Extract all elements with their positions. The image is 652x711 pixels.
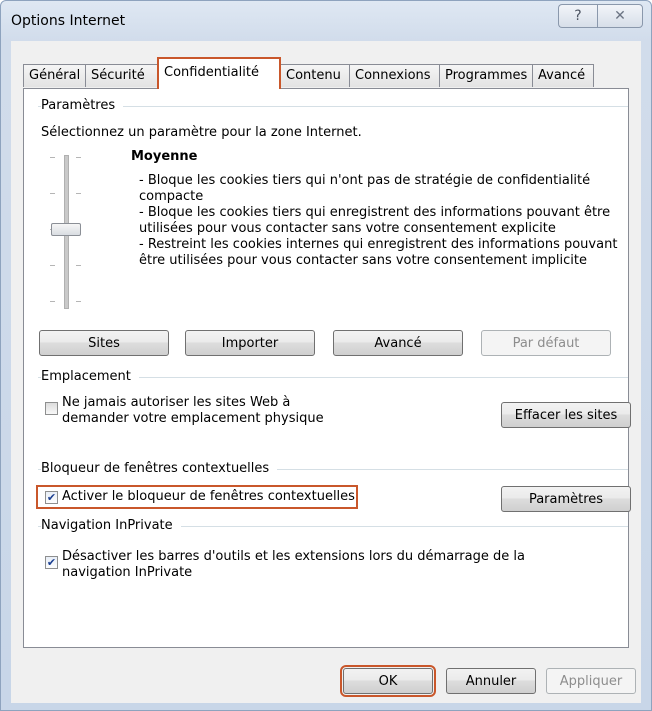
privacy-level-description: - Bloque les cookies tiers qui n'ont pas… — [139, 173, 629, 269]
location-group-label: Emplacement — [41, 369, 139, 384]
tab-advanced[interactable]: Avancé — [532, 64, 594, 87]
tab-connections[interactable]: Connexions — [349, 64, 440, 87]
privacy-level-slider[interactable] — [46, 151, 96, 311]
dialog-client-area: Général Sécurité Confidentialité Contenu… — [11, 41, 641, 703]
advanced-button[interactable]: Avancé — [333, 330, 463, 356]
internet-options-window: Options Internet ? ✕ Général Sécurité Co… — [0, 0, 652, 711]
tab-privacy[interactable]: Confidentialité — [157, 57, 281, 89]
apply-button[interactable]: Appliquer — [546, 668, 636, 694]
slider-tick — [50, 301, 55, 302]
popup-group-label: Bloqueur de fenêtres contextuelles — [41, 461, 278, 476]
slider-thumb[interactable] — [51, 223, 81, 236]
sites-button[interactable]: Sites — [39, 330, 169, 356]
title-bar-buttons: ? ✕ — [558, 4, 643, 28]
settings-group-line — [38, 106, 628, 107]
title-bar[interactable]: Options Internet ? ✕ — [1, 1, 651, 41]
clear-sites-button[interactable]: Effacer les sites — [501, 402, 631, 428]
tab-security[interactable]: Sécurité — [85, 64, 158, 87]
privacy-level-name: Moyenne — [131, 149, 198, 164]
import-button[interactable]: Importer — [185, 330, 315, 356]
tab-content[interactable]: Contenu — [280, 64, 350, 87]
ok-button[interactable]: OK — [340, 665, 436, 697]
description-line: - Restreint les cookies internes qui enr… — [139, 237, 618, 252]
tab-general[interactable]: Général — [23, 64, 86, 87]
window-title: Options Internet — [11, 13, 126, 29]
popup-blocker-label: Activer le bloqueur de fenêtres contextu… — [62, 489, 355, 504]
location-checkbox[interactable] — [45, 402, 58, 415]
description-line: utilisées pour vous contacter sans votre… — [139, 221, 556, 236]
description-line: être utilisées pour vous contacter sans … — [139, 253, 587, 268]
description-line: - Bloque les cookies tiers qui enregistr… — [139, 205, 611, 220]
popup-blocker-checkbox[interactable]: ✔ — [45, 491, 58, 504]
location-checkbox-label-line2: demander votre emplacement physique — [62, 411, 324, 426]
inprivate-checkbox-label-line2: navigation InPrivate — [62, 565, 193, 580]
description-line: - Bloque les cookies tiers qui n'ont pas… — [139, 173, 591, 188]
cancel-button[interactable]: Annuler — [446, 668, 536, 694]
slider-tick — [76, 193, 81, 194]
settings-instruction: Sélectionnez un paramètre pour la zone I… — [41, 125, 362, 140]
inprivate-checkbox-label-line1: Désactiver les barres d'outils et les ex… — [62, 549, 525, 564]
close-icon: ✕ — [614, 8, 626, 24]
location-checkbox-label-line1: Ne jamais autoriser les sites Web à — [62, 395, 291, 410]
default-button[interactable]: Par défaut — [481, 330, 611, 356]
slider-tick — [76, 301, 81, 302]
close-button[interactable]: ✕ — [597, 4, 643, 28]
slider-tick — [50, 265, 55, 266]
description-line: compacte — [139, 189, 204, 204]
slider-tick — [50, 193, 55, 194]
inprivate-group-label: Navigation InPrivate — [41, 518, 181, 533]
inprivate-checkbox[interactable]: ✔ — [45, 556, 58, 569]
slider-tick — [76, 157, 81, 158]
help-icon: ? — [574, 8, 582, 24]
tab-programs[interactable]: Programmes — [439, 64, 533, 87]
help-button[interactable]: ? — [558, 4, 597, 28]
slider-tick — [50, 157, 55, 158]
slider-tick — [76, 265, 81, 266]
privacy-tab-panel: Paramètres Sélectionnez un paramètre pou… — [23, 88, 631, 648]
popup-settings-button[interactable]: Paramètres — [501, 486, 631, 512]
settings-group-label: Paramètres — [41, 98, 124, 113]
